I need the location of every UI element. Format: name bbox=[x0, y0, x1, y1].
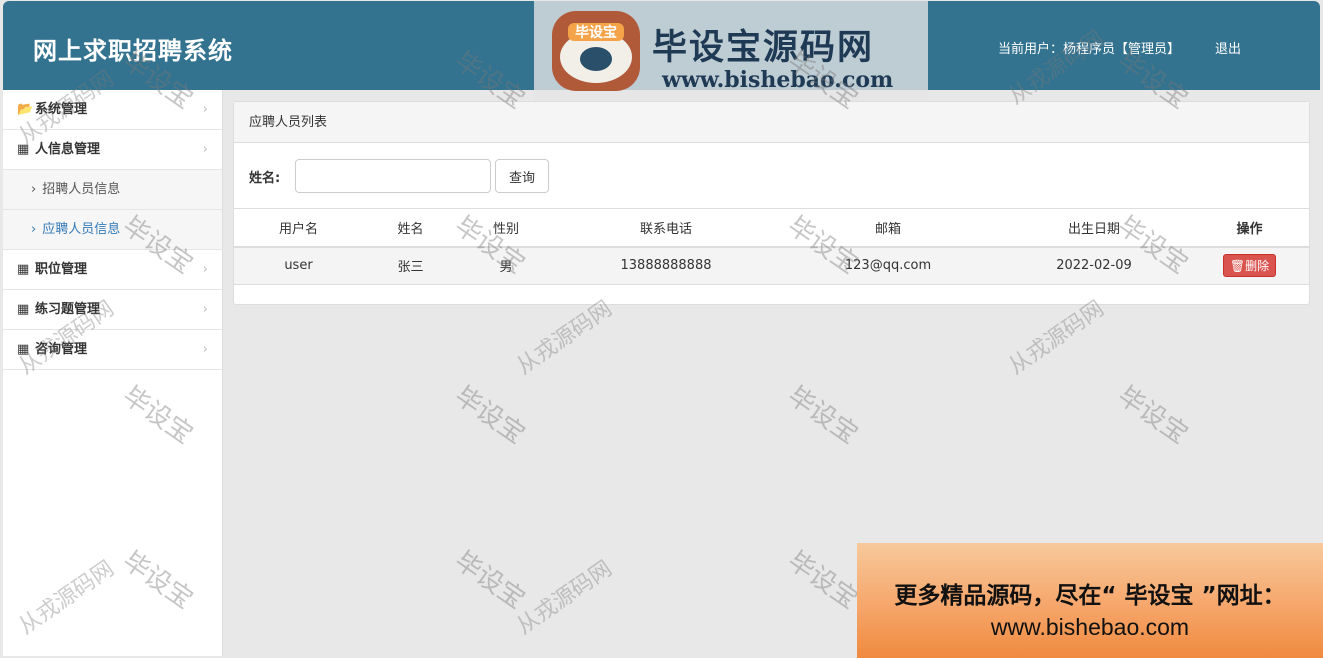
watermark-secondary: 从戎源码网 bbox=[512, 556, 617, 640]
cell-email: 123@qq.com bbox=[778, 246, 998, 285]
cell-phone: 13888888888 bbox=[554, 246, 778, 285]
name-search-input[interactable] bbox=[295, 159, 491, 193]
column-header-email: 邮箱 bbox=[778, 208, 998, 248]
sidebar-item-system[interactable]: 📂 系统管理 › bbox=[3, 90, 222, 130]
watermark: 毕设宝 bbox=[449, 380, 531, 451]
column-header-actions: 操作 bbox=[1190, 208, 1309, 248]
column-header-phone: 联系电话 bbox=[554, 208, 778, 248]
sidebar: 📂 系统管理 › ▦ 人信息管理 › › 招聘人员信息 › 应聘人员信息 ▦ 职位管理 ›… bbox=[3, 90, 223, 656]
sidebar-item-label: 职位管理 bbox=[35, 262, 88, 277]
cell-gender: 男 bbox=[458, 246, 554, 285]
table-header-row: 用户名 姓名 性别 联系电话 邮箱 出生日期 操作 bbox=[234, 208, 1309, 248]
app-title: 网上求职招聘系统 bbox=[33, 37, 233, 65]
brand-banner: 毕设宝 毕设宝源码网 www.bishebao.com bbox=[534, 1, 928, 101]
watermark: 毕设宝 bbox=[782, 545, 864, 616]
watermark: 毕设宝 bbox=[449, 545, 531, 616]
column-header-birth-date: 出生日期 bbox=[998, 208, 1190, 248]
panel-title: 应聘人员列表 bbox=[234, 102, 1309, 143]
search-label: 姓名: bbox=[249, 171, 281, 186]
cell-birth-date: 2022-02-09 bbox=[998, 246, 1190, 285]
applicant-table: 用户名 姓名 性别 联系电话 邮箱 出生日期 操作 user 张三 男 1388… bbox=[234, 208, 1309, 285]
column-header-gender: 性别 bbox=[458, 208, 554, 248]
chevron-right-icon: › bbox=[202, 302, 208, 317]
column-header-username: 用户名 bbox=[234, 208, 363, 248]
grid-icon: ▦ bbox=[17, 302, 30, 317]
sidebar-subitem-applicants[interactable]: › 应聘人员信息 bbox=[3, 210, 222, 250]
brand-url: www.bishebao.com bbox=[662, 67, 894, 93]
sidebar-item-label: 系统管理 bbox=[35, 102, 88, 117]
delete-button-label: 删除 bbox=[1245, 259, 1270, 274]
chevron-right-icon: › bbox=[31, 182, 37, 197]
grid-icon: ▦ bbox=[17, 262, 30, 277]
current-user-label: 当前用户：杨程序员【管理员】 bbox=[998, 42, 1181, 57]
trash-icon: 🗑 bbox=[1229, 259, 1246, 274]
sidebar-item-consulting[interactable]: ▦ 咨询管理 › bbox=[3, 330, 222, 370]
chevron-right-icon: › bbox=[202, 342, 208, 357]
sidebar-item-label: 咨询管理 bbox=[35, 342, 88, 357]
chevron-right-icon: › bbox=[202, 262, 208, 277]
delete-button[interactable]: 🗑删除 bbox=[1222, 254, 1277, 278]
grid-icon: ▦ bbox=[17, 142, 30, 157]
brand-logo-label: 毕设宝 bbox=[575, 24, 617, 41]
grid-icon: ▦ bbox=[17, 342, 30, 357]
watermark: 毕设宝 bbox=[1112, 380, 1194, 451]
brand-title: 毕设宝源码网 bbox=[652, 28, 875, 68]
sidebar-item-label: 应聘人员信息 bbox=[42, 222, 121, 237]
sidebar-item-positions[interactable]: ▦ 职位管理 › bbox=[3, 250, 222, 290]
promo-text: 更多精品源码，尽在“ 毕设宝 ”网址： bbox=[894, 583, 1286, 609]
watermark: 毕设宝 bbox=[782, 380, 864, 451]
brand-logo-icon: 毕设宝 bbox=[552, 11, 640, 91]
sidebar-item-exercises[interactable]: ▦ 练习题管理 › bbox=[3, 290, 222, 330]
folder-open-icon: 📂 bbox=[17, 102, 34, 117]
promo-url: www.bishebao.com bbox=[990, 614, 1190, 640]
sidebar-item-label: 练习题管理 bbox=[35, 302, 101, 317]
table-row: user 张三 男 13888888888 123@qq.com 2022-02… bbox=[234, 246, 1309, 285]
logout-link[interactable]: 退出 bbox=[1215, 38, 1241, 57]
cell-name: 张三 bbox=[363, 246, 458, 285]
sidebar-item-personnel[interactable]: ▦ 人信息管理 › bbox=[3, 130, 222, 170]
cell-actions: 🗑删除 bbox=[1190, 246, 1309, 285]
chevron-right-icon: › bbox=[202, 142, 208, 157]
sidebar-item-label: 人信息管理 bbox=[35, 142, 101, 157]
chevron-right-icon: › bbox=[202, 102, 208, 117]
cell-username: user bbox=[234, 246, 363, 285]
search-button[interactable]: 查询 bbox=[495, 159, 549, 193]
applicant-list-panel: 应聘人员列表 姓名: 查询 用户名 姓名 性别 联系电话 邮箱 出生日期 操作 … bbox=[233, 101, 1310, 305]
sidebar-subitem-recruiters[interactable]: › 招聘人员信息 bbox=[3, 170, 222, 210]
promo-banner: 更多精品源码，尽在“ 毕设宝 ”网址： www.bishebao.com bbox=[857, 543, 1323, 658]
chevron-right-icon: › bbox=[31, 222, 37, 237]
sidebar-item-label: 招聘人员信息 bbox=[42, 182, 121, 197]
column-header-name: 姓名 bbox=[363, 208, 458, 248]
